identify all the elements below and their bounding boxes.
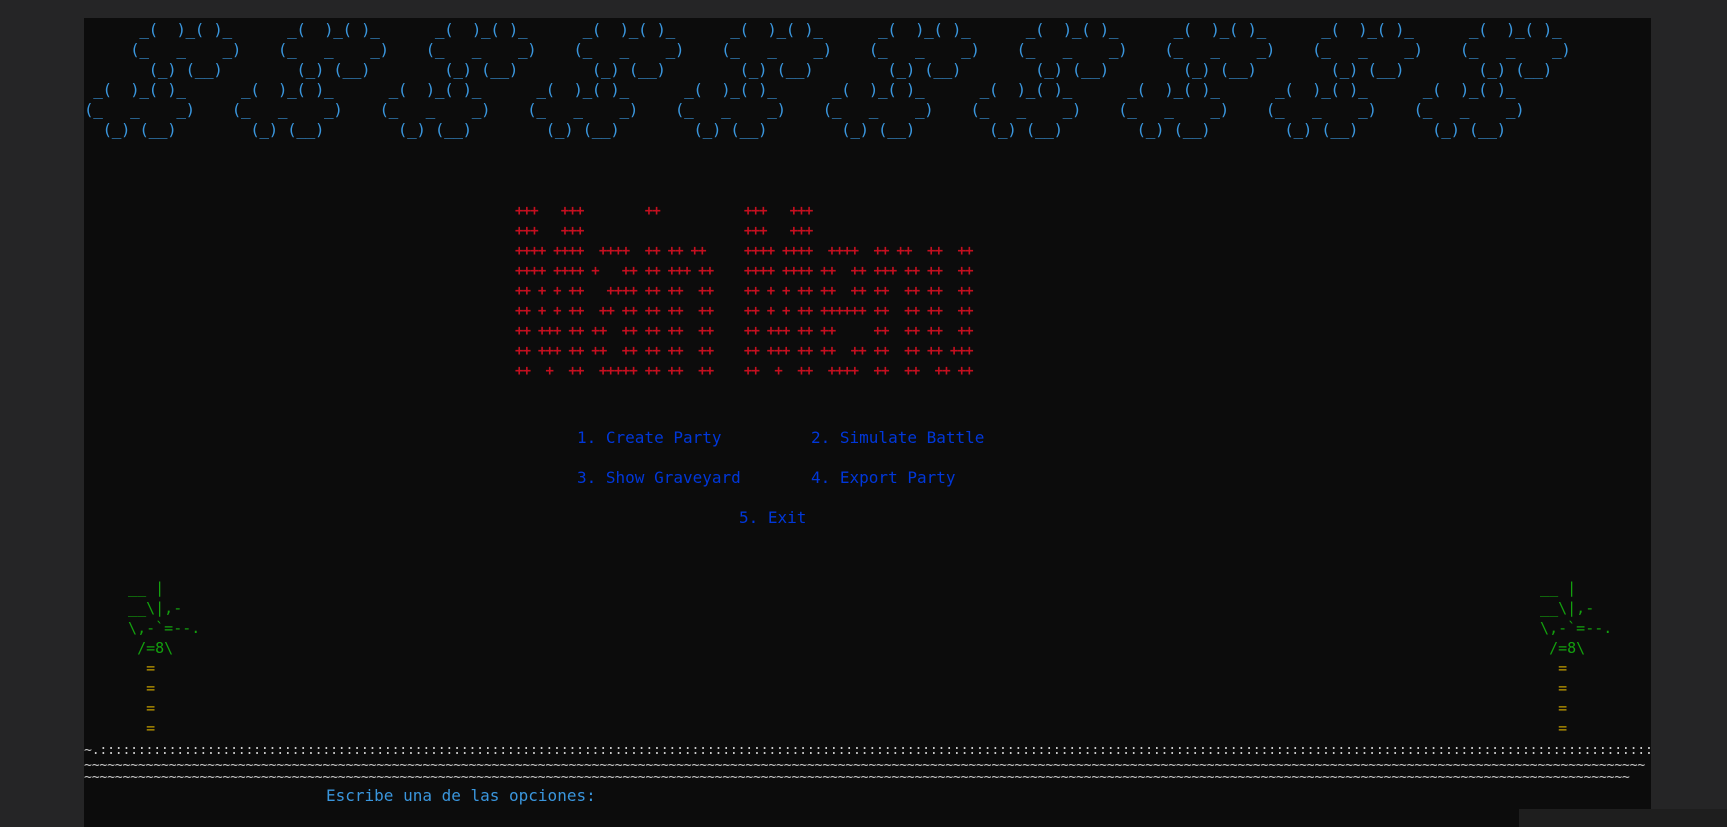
menu-option-simulate-battle[interactable]: 2. Simulate Battle [811, 428, 984, 448]
palm-leaves-left: __ | __\|,- \,-`=--. /=8\ [128, 579, 201, 657]
menu-option-exit[interactable]: 5. Exit [739, 508, 806, 528]
terminal-window[interactable]: _( )_( )_ _( )_( )_ _( )_( )_ _( )_( )_ … [84, 18, 1651, 827]
terminal-input[interactable] [631, 786, 1231, 808]
menu-option-create-party[interactable]: 1. Create Party [577, 428, 722, 448]
waves-line: ~~~~~~~~~~~~~~~~~~~~~~~~~~~~~~~~~~~~~~~~… [84, 758, 1645, 785]
palm-leaves-right: __ | __\|,- \,-`=--. /=8\ [1540, 579, 1613, 657]
menu-option-show-graveyard[interactable]: 3. Show Graveyard [577, 468, 741, 488]
clouds-ascii-art: _( )_( )_ _( )_( )_ _( )_( )_ _( )_( )_ … [84, 20, 1571, 139]
game-title-ascii-art: +++ +++ ++ +++ +++ +++ +++ +++ +++ ++++ … [515, 203, 974, 379]
input-prompt: Escribe una de las opciones: [326, 786, 596, 805]
palm-trunk-right: = = = = [1558, 659, 1568, 737]
menu-option-export-party[interactable]: 4. Export Party [811, 468, 956, 488]
palm-trunk-left: = = = = [146, 659, 156, 737]
window-scroll-area [1519, 809, 1727, 827]
